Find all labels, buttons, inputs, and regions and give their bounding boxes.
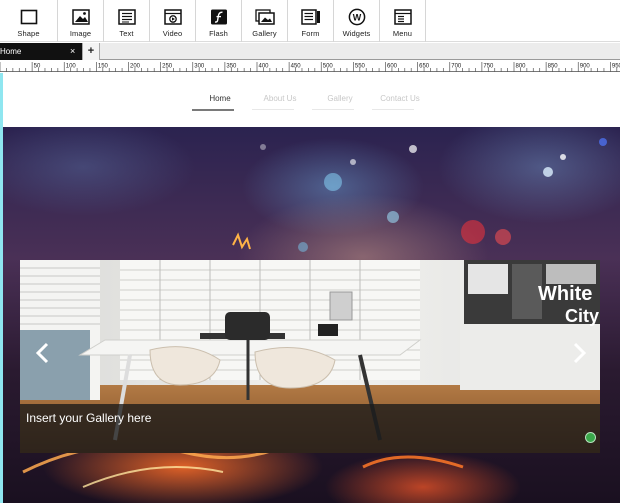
ruler-label: 900 (580, 64, 591, 70)
ruler-label: 250 (162, 64, 173, 70)
gallery-slideshow[interactable]: White City Insert your Gallery here (20, 260, 600, 453)
add-tab-button[interactable]: + (82, 43, 100, 60)
widgets-icon: W (347, 8, 367, 26)
ruler-label: 450 (291, 64, 302, 70)
tab-home-label: Home (0, 47, 22, 56)
shape-tool-label: Shape (17, 29, 40, 38)
ruler-label: 650 (419, 64, 430, 70)
nav-item-underline (372, 109, 414, 110)
ruler-label: 300 (194, 64, 205, 70)
gallery-caption: Insert your Gallery here (26, 411, 152, 425)
video-tool-label: Video (162, 29, 183, 38)
shape-icon (19, 8, 39, 26)
ruler-label: 50 (34, 64, 41, 70)
widgets-tool-label: Widgets (342, 29, 371, 38)
nav-item-label: About Us (263, 94, 297, 103)
nav-item-underline (252, 109, 294, 110)
horizontal-ruler: 50 100 150 200 250 300 350 400 450 500 550 600 650 70… (0, 60, 620, 72)
nav-item-underline (192, 109, 234, 111)
nav-item-label: Home (209, 94, 231, 103)
editor-window: Shape Image Text Video Flash Gallery For… (0, 0, 620, 503)
ruler-label: 150 (98, 64, 109, 70)
page-tab-bar: Home × + (0, 43, 620, 60)
ruler-label: 500 (323, 64, 334, 70)
image-tool-button[interactable]: Image (58, 0, 104, 42)
ruler-label: 700 (451, 64, 462, 70)
gallery-tool-button[interactable]: Gallery (242, 0, 288, 42)
artwork-word-city: City (565, 306, 599, 326)
ruler-label: 750 (483, 64, 494, 70)
ruler-label: 400 (259, 64, 270, 70)
nav-item-contact-us[interactable]: Contact Us (370, 93, 430, 113)
nav-item-underline (312, 109, 354, 110)
ruler-label: 600 (387, 64, 398, 70)
menu-tool-label: Menu (392, 29, 413, 38)
site-navigation: Home About Us Gallery Contact Us (190, 93, 430, 113)
chevron-right-icon[interactable] (570, 342, 588, 364)
nav-item-home[interactable]: Home (190, 93, 250, 113)
form-tool-label: Form (301, 29, 320, 38)
gallery-icon (254, 8, 275, 26)
menu-tool-button[interactable]: Menu (380, 0, 426, 42)
insert-toolbar: Shape Image Text Video Flash Gallery For… (0, 0, 620, 42)
chevron-left-icon[interactable] (34, 342, 52, 364)
image-icon (71, 8, 91, 26)
ruler-label: 850 (548, 64, 559, 70)
tab-home[interactable]: Home × (0, 43, 82, 60)
flash-tool-button[interactable]: Flash (196, 0, 242, 42)
form-icon (300, 8, 321, 26)
status-indicator-icon[interactable] (585, 432, 596, 443)
flash-tool-label: Flash (209, 29, 228, 38)
artwork-word-white: White (538, 283, 592, 305)
flash-icon (209, 8, 229, 26)
shape-tool-button[interactable]: Shape (0, 0, 58, 42)
svg-text:W: W (352, 12, 361, 22)
video-tool-button[interactable]: Video (150, 0, 196, 42)
nav-item-label: Gallery (327, 94, 353, 103)
ruler-label: 950 (612, 64, 620, 70)
video-icon (163, 8, 183, 26)
ruler-label: 200 (130, 64, 141, 70)
ruler-label: 800 (516, 64, 527, 70)
text-tool-button[interactable]: Text (104, 0, 150, 42)
menu-icon (393, 8, 413, 26)
ruler-label: 100 (66, 64, 77, 70)
form-tool-button[interactable]: Form (288, 0, 334, 42)
ruler-label: 550 (355, 64, 366, 70)
nav-item-about-us[interactable]: About Us (250, 93, 310, 113)
close-tab-icon[interactable]: × (70, 43, 75, 60)
text-icon (117, 8, 137, 26)
nav-item-gallery[interactable]: Gallery (310, 93, 370, 113)
ruler-scale: 50 100 150 200 250 300 350 400 450 500 550 600 650 70… (0, 62, 620, 72)
gallery-tool-label: Gallery (252, 29, 277, 38)
ruler-label: 350 (226, 64, 237, 70)
text-tool-label: Text (119, 29, 134, 38)
image-tool-label: Image (69, 29, 92, 38)
widgets-tool-button[interactable]: W Widgets (334, 0, 380, 42)
nav-item-label: Contact Us (380, 94, 420, 103)
